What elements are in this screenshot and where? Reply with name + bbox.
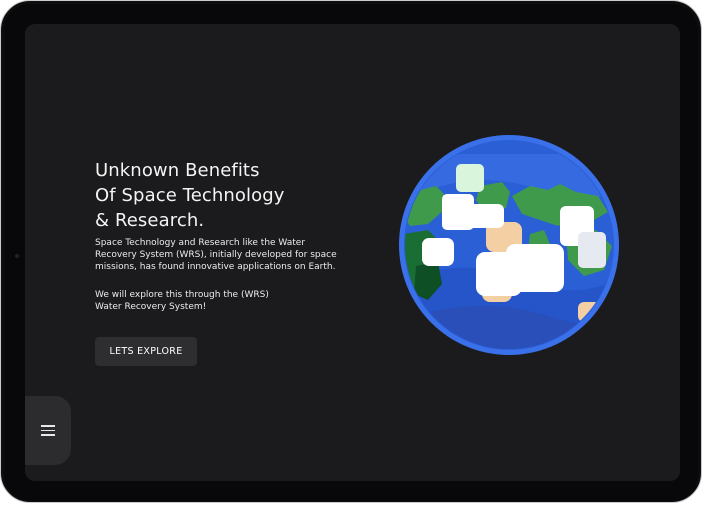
hero-title: Unknown Benefits Of Space Technology & R… [95, 158, 285, 233]
earth-globe-illustration [399, 135, 619, 355]
menu-button[interactable] [25, 396, 71, 465]
hero-description: Space Technology and Research like the W… [95, 237, 365, 273]
hero-title-line: Of Space Technology [95, 185, 285, 206]
hero-description-line: Recovery System (WRS), initially develop… [95, 250, 337, 260]
hero-intro-line: We will explore this through the (WRS) [95, 290, 269, 300]
hero-description-line: missions, has found innovative applicati… [95, 262, 336, 272]
hero-description-line: Space Technology and Research like the W… [95, 238, 306, 248]
hero-title-line: Unknown Benefits [95, 160, 260, 181]
hero-title-line: & Research. [95, 210, 205, 231]
front-camera [15, 254, 19, 258]
hero-intro-line: Water Recovery System! [95, 302, 207, 312]
lets-explore-button[interactable]: LETS EXPLORE [95, 337, 197, 366]
hamburger-icon [41, 425, 55, 436]
hero-intro-text: We will explore this through the (WRS) W… [95, 289, 365, 313]
